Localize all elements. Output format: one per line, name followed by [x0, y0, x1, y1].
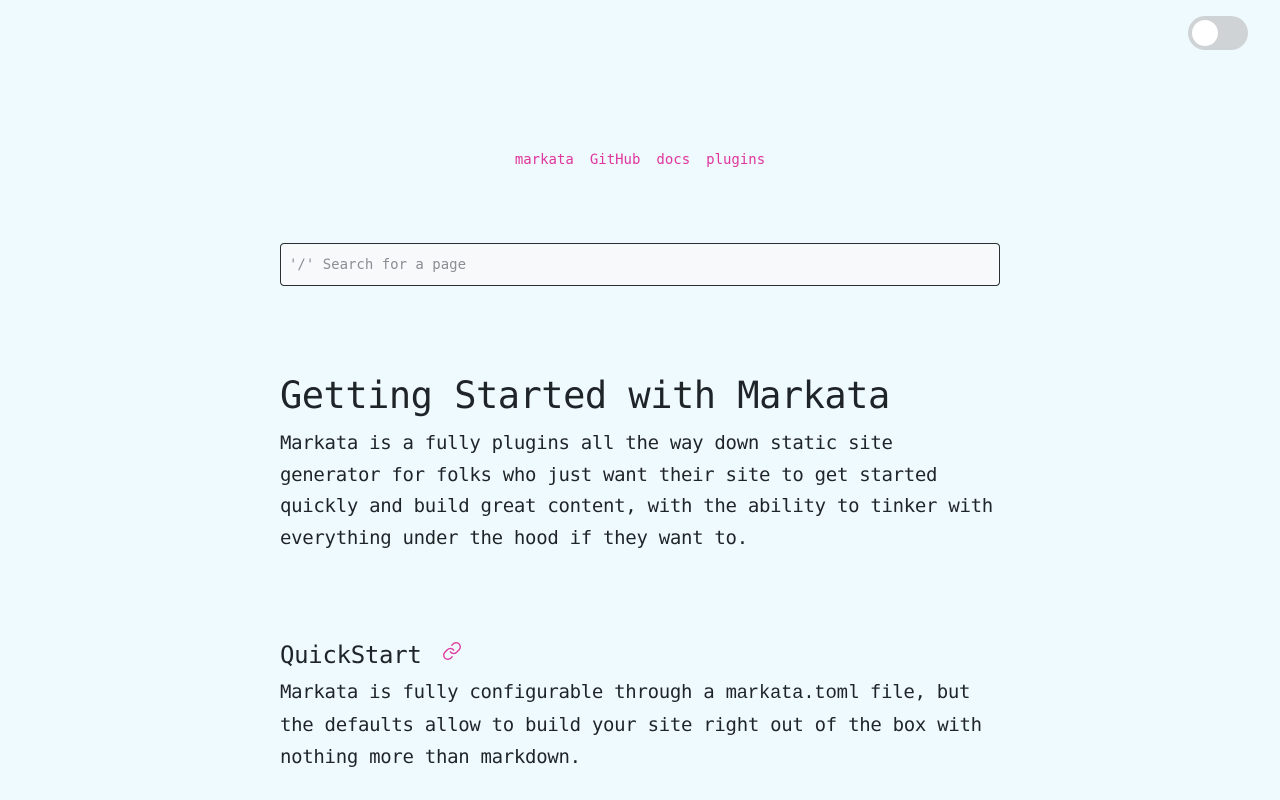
nav-link-markata[interactable]: markata — [515, 150, 574, 170]
quickstart-text-before: Markata is fully configurable through a — [280, 681, 726, 703]
quickstart-heading-row: QuickStart — [280, 636, 1000, 674]
config-filename: markata.toml — [725, 682, 860, 704]
quickstart-heading: QuickStart — [280, 641, 422, 669]
quickstart-paragraph: Markata is fully configurable through a … — [280, 676, 1005, 773]
intro-paragraph: Markata is a fully plugins all the way d… — [280, 432, 993, 549]
nav-link-github[interactable]: GitHub — [590, 150, 641, 170]
top-nav: markata GitHub docs plugins — [0, 150, 1280, 170]
article: Getting Started with Markata Markata is … — [280, 370, 1000, 773]
link-icon[interactable] — [442, 641, 462, 661]
toggle-knob — [1192, 20, 1218, 46]
search-input[interactable] — [280, 243, 1000, 286]
nav-link-docs[interactable]: docs — [656, 150, 690, 170]
nav-link-plugins[interactable]: plugins — [706, 150, 765, 170]
theme-toggle[interactable] — [1188, 16, 1248, 50]
page-title: Getting Started with Markata — [280, 374, 890, 417]
